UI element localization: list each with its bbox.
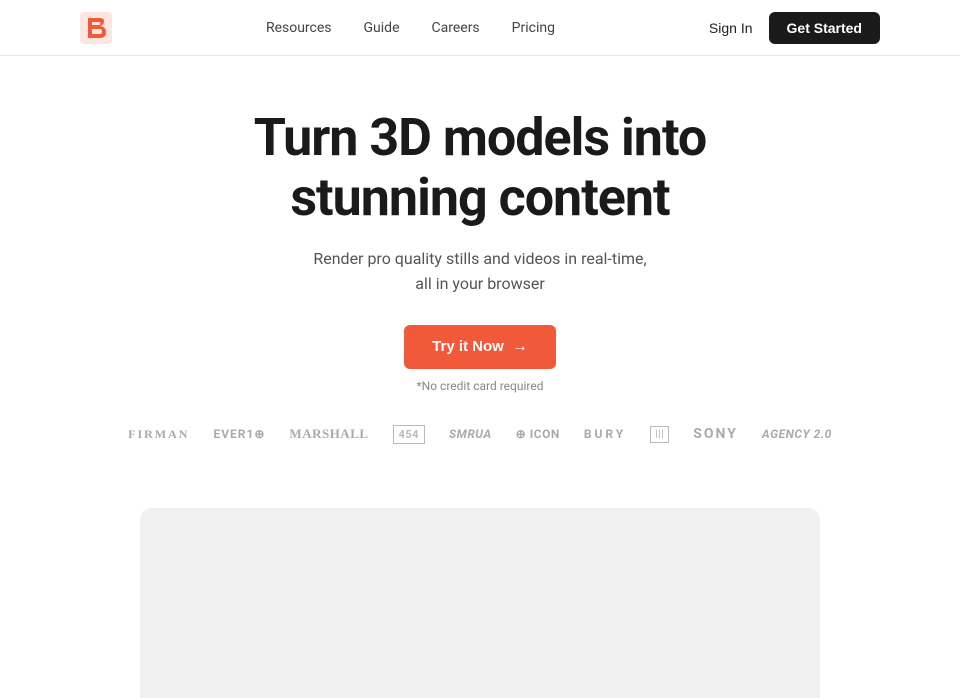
hero-title-line1: Turn 3D models into xyxy=(254,107,706,168)
sign-in-button[interactable]: Sign In xyxy=(709,20,753,36)
nav-link-resources[interactable]: Resources xyxy=(266,20,332,36)
brand-logo-icon-brand: ⊕ ICON xyxy=(516,427,560,441)
brand-logo-ever1: EVER1⊕ xyxy=(213,427,265,441)
brand-logo-f454: 454 xyxy=(393,425,425,444)
logo-icon xyxy=(80,12,112,44)
brand-logo-agency20: Agency 2.0 xyxy=(762,427,832,441)
try-it-label: Try it Now xyxy=(432,338,504,355)
brand-logo-grid-brand: ||| xyxy=(650,426,669,443)
try-it-arrow: → xyxy=(512,338,528,356)
brand-logo-sony: SONY xyxy=(693,426,738,442)
get-started-button[interactable]: Get Started xyxy=(769,12,880,44)
navbar: Resources Guide Careers Pricing Sign In … xyxy=(0,0,960,56)
nav-link-careers[interactable]: Careers xyxy=(432,20,480,36)
brand-logo-bury: BURY xyxy=(584,427,626,441)
nav-links: Resources Guide Careers Pricing xyxy=(266,20,555,36)
hero-subtitle-line2: all in your browser xyxy=(415,274,545,293)
hero-subtitle-line1: Render pro quality stills and videos in … xyxy=(313,249,646,268)
brand-logos: FIRMAN EVER1⊕ Marshall 454 smrua ⊕ ICON BURY ||… xyxy=(128,425,832,444)
hero-title: Turn 3D models into stunning content xyxy=(254,108,706,228)
navbar-actions: Sign In Get Started xyxy=(709,12,880,44)
video-preview-area xyxy=(140,508,820,698)
logo[interactable] xyxy=(80,12,112,44)
hero-subtitle: Render pro quality stills and videos in … xyxy=(313,246,646,297)
no-credit-card-text: *No credit card required xyxy=(416,379,543,393)
hero-title-line2: stunning content xyxy=(290,167,669,228)
brand-logo-smrua: smrua xyxy=(449,427,492,441)
nav-link-pricing[interactable]: Pricing xyxy=(512,20,555,36)
brand-logo-firman: FIRMAN xyxy=(128,427,189,442)
nav-link-guide[interactable]: Guide xyxy=(364,20,400,36)
try-it-now-button[interactable]: Try it Now → xyxy=(404,325,556,369)
hero-section: Turn 3D models into stunning content Ren… xyxy=(0,56,960,508)
brand-logo-marshall: Marshall xyxy=(289,426,368,442)
